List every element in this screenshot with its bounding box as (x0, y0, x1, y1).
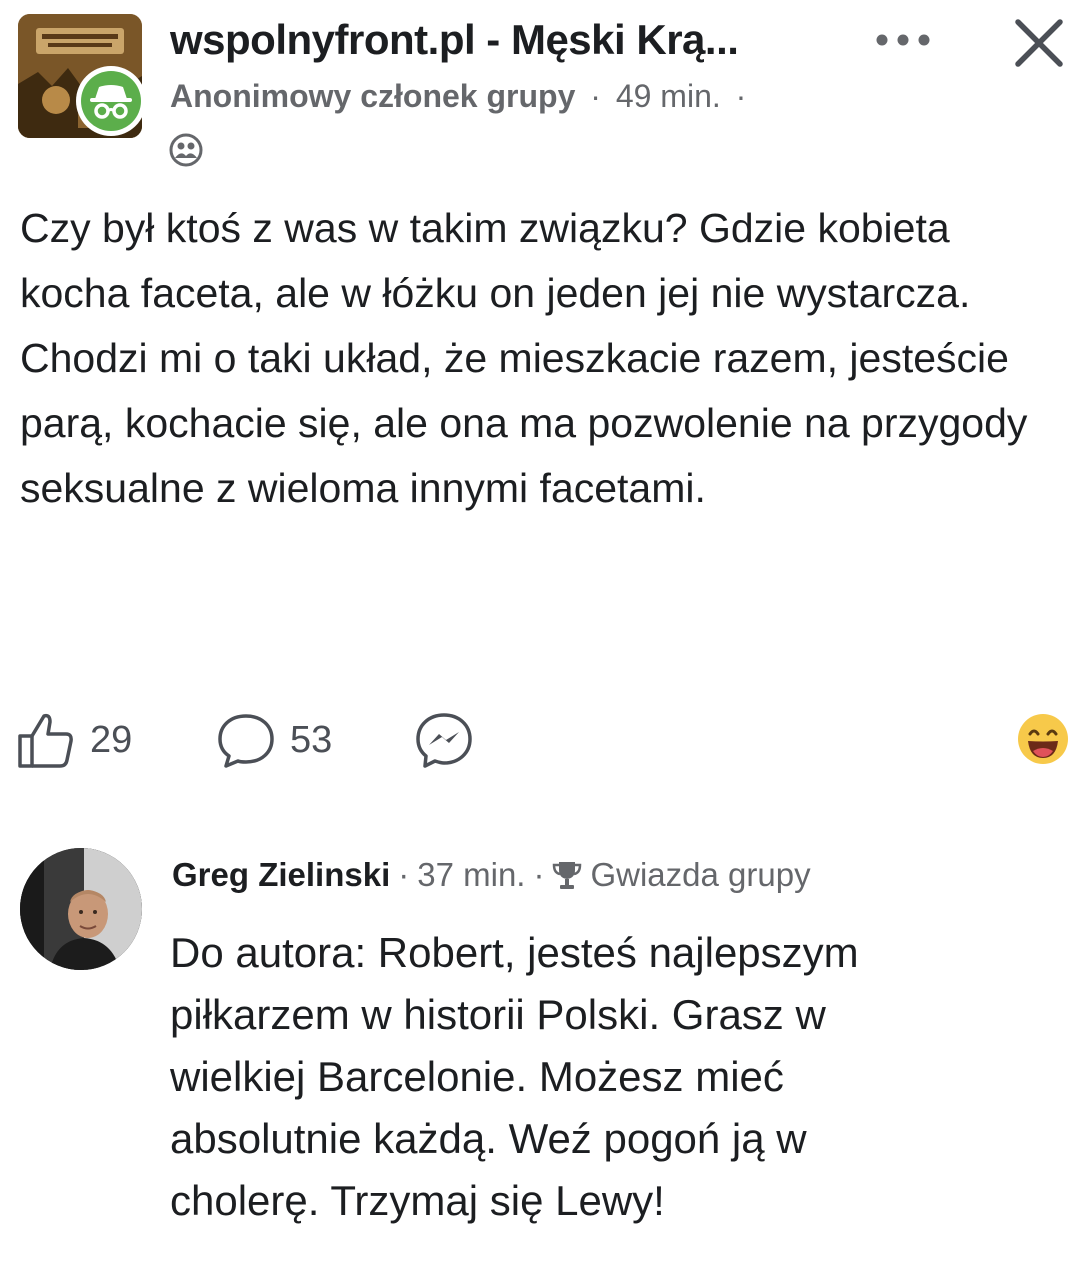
group-star-badge: Gwiazda grupy (590, 856, 811, 893)
messenger-icon (416, 713, 472, 768)
more-icon[interactable] (872, 22, 936, 58)
comment-line: cholerę. Trzymaj się Lewy! (170, 1177, 665, 1224)
post-paragraph: Czy był ktoś z was w takim związku? Gdzi… (20, 205, 971, 316)
post-actions: 29 53 (0, 700, 1080, 780)
post-meta: Anonimowy członek grupy · 49 min. · (170, 78, 752, 115)
group-members-icon (168, 132, 204, 168)
comment-line: piłkarzem w historii Polski. Grasz w (170, 991, 826, 1038)
group-name-link[interactable]: wspolnyfront.pl - Męski Krą... (170, 16, 739, 64)
close-icon[interactable] (1010, 14, 1068, 72)
anonymous-badge (76, 66, 146, 136)
send-messenger-button[interactable] (412, 700, 476, 780)
comment-meta: Greg Zielinski · 37 min. · Gwiazda grupy (172, 856, 811, 894)
comment-button[interactable]: 53 (214, 700, 332, 780)
comment-count: 53 (290, 718, 333, 761)
meta-separator: · (735, 78, 747, 114)
comment-time[interactable]: 37 min. (417, 856, 525, 894)
thumbs-up-icon (18, 713, 73, 768)
commenter-avatar[interactable] (20, 848, 142, 970)
like-button[interactable]: 29 (14, 700, 132, 780)
meta-separator: · (590, 78, 601, 114)
post-screen: wspolnyfront.pl - Męski Krą... Anonimowy… (0, 0, 1080, 1269)
meta-separator: · (398, 856, 410, 893)
post-text: Czy był ktoś z was w takim związku? Gdzi… (20, 196, 1070, 521)
comment-line: Do autora: Robert, jesteś najlepszym (170, 929, 859, 976)
comment-text: Do autora: Robert, jesteś najlepszym pił… (170, 922, 1050, 1232)
post-author[interactable]: Anonimowy członek grupy (170, 78, 575, 114)
incognito-icon (81, 71, 141, 131)
commenter-name[interactable]: Greg Zielinski (172, 856, 390, 894)
post-paragraph: Chodzi mi o taki układ, że mieszkacie ra… (20, 335, 1028, 511)
comment-line: absolutnie każdą. Weź pogoń ją w (170, 1115, 807, 1162)
trophy-icon (553, 862, 582, 889)
laughing-emoji-icon (1016, 712, 1070, 766)
post-time[interactable]: 49 min. (616, 78, 721, 114)
meta-separator: · (533, 856, 545, 893)
comment-bubble-icon (218, 714, 274, 768)
comment-line: wielkiej Barcelonie. Możesz mieć (170, 1053, 784, 1100)
like-count: 29 (90, 718, 133, 761)
